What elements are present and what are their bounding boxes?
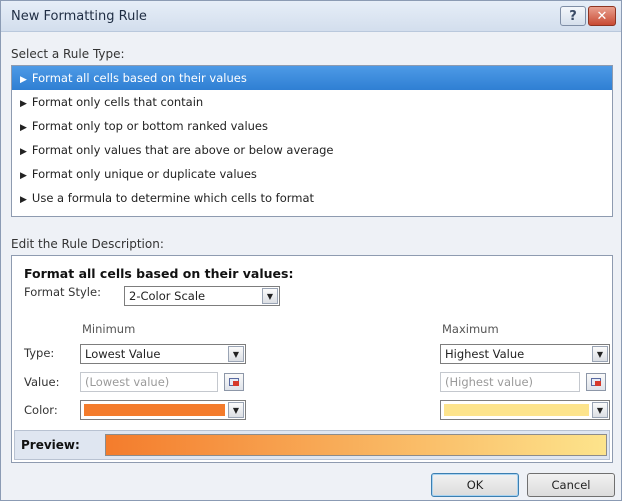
max-color-swatch — [444, 404, 589, 416]
min-value-placeholder: (Lowest value) — [85, 375, 170, 389]
preview-area: Preview: — [14, 430, 610, 460]
value-label: Value: — [24, 375, 60, 389]
max-color-picker[interactable]: ▼ — [440, 400, 610, 420]
rule-type-item-label: Format only top or bottom ranked values — [31, 119, 268, 133]
chevron-down-icon[interactable]: ▼ — [228, 402, 244, 418]
cancel-button[interactable]: Cancel — [527, 473, 615, 497]
min-range-picker-button[interactable] — [224, 373, 244, 391]
rule-description-panel: Format all cells based on their values: … — [11, 255, 613, 463]
color-label: Color: — [24, 403, 58, 417]
rule-type-item-label: Format only values that are above or bel… — [31, 143, 334, 157]
chevron-down-icon[interactable]: ▼ — [228, 346, 244, 362]
close-button[interactable]: ✕ — [588, 6, 616, 26]
min-color-swatch — [84, 404, 225, 416]
rule-type-item-label: Format only unique or duplicate values — [31, 167, 257, 181]
arrow-right-icon: ▶ — [20, 99, 27, 109]
max-type-value: Highest Value — [445, 347, 525, 361]
arrow-right-icon: ▶ — [20, 147, 27, 157]
chevron-down-icon[interactable]: ▼ — [592, 346, 608, 362]
type-label: Type: — [24, 346, 55, 360]
arrow-right-icon: ▶ — [20, 75, 27, 85]
min-color-picker[interactable]: ▼ — [80, 400, 246, 420]
rule-type-item-unique-duplicate[interactable]: ▶ Format only unique or duplicate values — [12, 162, 612, 186]
minimum-header: Minimum — [82, 322, 136, 336]
rule-type-item-label: Format only cells that contain — [31, 95, 204, 109]
rule-type-item-label: Format all cells based on their values — [31, 71, 247, 85]
max-value-placeholder: (Highest value) — [445, 375, 534, 389]
rule-type-item-label: Use a formula to determine which cells t… — [31, 191, 315, 205]
max-type-select[interactable]: Highest Value ▼ — [440, 344, 610, 364]
min-type-select[interactable]: Lowest Value ▼ — [80, 344, 246, 364]
close-icon: ✕ — [596, 8, 608, 24]
arrow-right-icon: ▶ — [20, 171, 27, 181]
dialog-title: New Formatting Rule — [11, 9, 147, 24]
format-style-value: 2-Color Scale — [129, 289, 206, 303]
rule-type-item-formula[interactable]: ▶ Use a formula to determine which cells … — [12, 186, 612, 210]
arrow-right-icon: ▶ — [20, 195, 27, 205]
rule-type-item-top-bottom[interactable]: ▶ Format only top or bottom ranked values — [12, 114, 612, 138]
edit-description-label: Edit the Rule Description: — [11, 237, 164, 251]
rule-type-label: Select a Rule Type: — [11, 47, 125, 61]
new-formatting-rule-dialog: New Formatting Rule ? ✕ Select a Rule Ty… — [0, 0, 622, 501]
preview-gradient — [105, 434, 607, 456]
chevron-down-icon[interactable]: ▼ — [262, 288, 278, 304]
rule-type-list[interactable]: ▶ Format all cells based on their values … — [11, 65, 613, 217]
maximum-header: Maximum — [442, 322, 499, 336]
help-icon: ? — [569, 8, 577, 24]
rule-type-item-all-values[interactable]: ▶ Format all cells based on their values — [12, 66, 612, 90]
preview-label: Preview: — [21, 438, 80, 452]
min-type-value: Lowest Value — [85, 347, 161, 361]
min-value-input[interactable]: (Lowest value) — [80, 372, 218, 392]
format-style-select[interactable]: 2-Color Scale ▼ — [124, 286, 280, 306]
rule-type-item-above-below-average[interactable]: ▶ Format only values that are above or be… — [12, 138, 612, 162]
max-range-picker-button[interactable] — [586, 373, 606, 391]
chevron-down-icon[interactable]: ▼ — [592, 402, 608, 418]
max-value-input[interactable]: (Highest value) — [440, 372, 580, 392]
ok-button[interactable]: OK — [431, 473, 519, 497]
section-title: Format all cells based on their values: — [24, 266, 294, 281]
rule-type-item-cells-contain[interactable]: ▶ Format only cells that contain — [12, 90, 612, 114]
arrow-right-icon: ▶ — [20, 123, 27, 133]
format-style-label: Format Style: — [24, 285, 101, 299]
title-bar: New Formatting Rule ? ✕ — [1, 1, 621, 32]
help-button[interactable]: ? — [560, 6, 586, 26]
